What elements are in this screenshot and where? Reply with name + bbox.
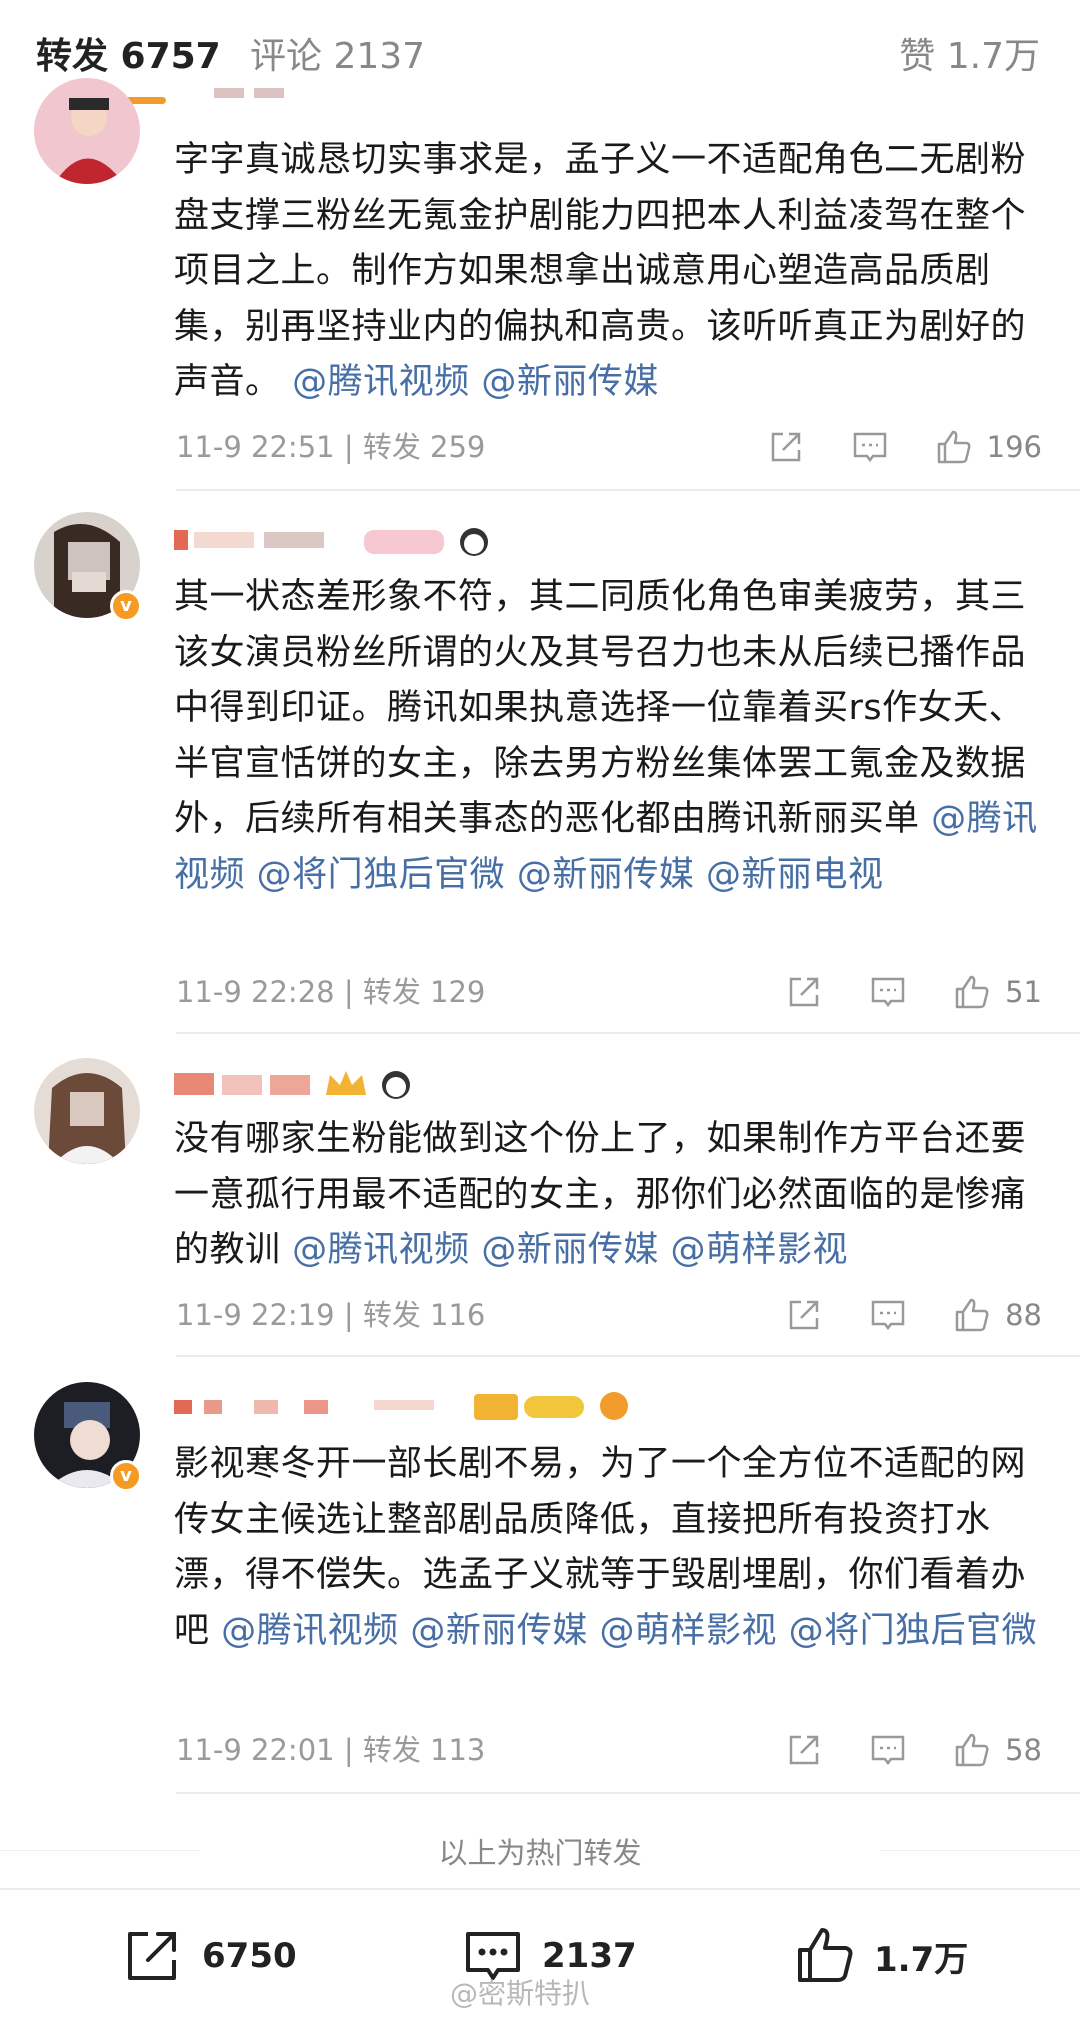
- watermark-text: @密斯特扒: [450, 1977, 591, 2010]
- bottom-like-button[interactable]: 1.7万: [794, 1926, 968, 1986]
- divider: [176, 489, 1080, 491]
- username-redacted[interactable]: [174, 522, 504, 562]
- avatar[interactable]: [34, 1058, 140, 1164]
- action-row: 88: [739, 1295, 1042, 1335]
- repost-meta: 11-9 22:51 | 转发 259: [176, 430, 486, 464]
- share-icon[interactable]: [785, 1296, 823, 1334]
- repost-meta: 11-9 22:19 | 转发 116: [176, 1298, 486, 1332]
- username-redacted[interactable]: [174, 88, 294, 128]
- mention-link[interactable]: @萌样影视: [599, 1611, 777, 1651]
- like-count: 88: [1005, 1298, 1042, 1332]
- action-row: 51: [739, 972, 1042, 1012]
- like-icon[interactable]: [935, 428, 973, 466]
- divider: [176, 1355, 1080, 1357]
- mention-link[interactable]: @新丽传媒: [517, 855, 695, 895]
- repost-content: 影视寒冬开一部长剧不易，为了一个全方位不适配的网传女主候选让整部剧品质降低，直接…: [174, 1437, 1044, 1659]
- mention-link[interactable]: @新丽传媒: [481, 362, 659, 402]
- mention-link[interactable]: @腾讯视频: [292, 362, 470, 402]
- mention-link[interactable]: @新丽电视: [706, 855, 884, 895]
- share-icon[interactable]: [785, 973, 823, 1011]
- mention-link[interactable]: @萌样影视: [670, 1230, 848, 1270]
- comment-icon[interactable]: [851, 428, 889, 466]
- like-count: 51: [1005, 975, 1042, 1009]
- like-count: 196: [986, 430, 1042, 464]
- like-icon: [798, 1928, 853, 1982]
- divider: [176, 1032, 1080, 1034]
- repost-text: 其一状态差形象不符，其二同质化角色审美疲劳，其三该女演员粉丝所谓的火及其号召力也…: [174, 577, 1027, 839]
- tab-repost[interactable]: 转发 6757: [36, 32, 221, 82]
- mention-link[interactable]: @腾讯视频: [221, 1611, 399, 1651]
- repost-meta: 11-9 22:28 | 转发 129: [176, 975, 486, 1009]
- divider: [176, 1792, 1080, 1794]
- like-icon[interactable]: [953, 1296, 991, 1334]
- share-icon: [128, 1932, 176, 1980]
- mention-link[interactable]: @新丽传媒: [481, 1230, 659, 1270]
- tab-like[interactable]: 赞 1.7万: [899, 32, 1040, 82]
- mention-link[interactable]: @将门独后官微: [789, 1611, 1038, 1651]
- avatar[interactable]: [34, 78, 140, 184]
- repost-meta: 11-9 22:01 | 转发 113: [176, 1733, 486, 1767]
- like-icon[interactable]: [953, 973, 991, 1011]
- username-redacted[interactable]: [174, 1386, 634, 1426]
- share-icon[interactable]: [767, 428, 805, 466]
- comment-icon[interactable]: [869, 1731, 907, 1769]
- verified-badge-icon: v: [110, 590, 142, 622]
- repost-content: 字字真诚恳切实事求是，孟子义一不适配角色二无剧粉盘支撑三粉丝无氪金护剧能力四把本…: [174, 133, 1044, 411]
- comment-icon[interactable]: [869, 973, 907, 1011]
- repost-count: 6750: [202, 1936, 297, 1976]
- mention-link[interactable]: @腾讯视频: [292, 1230, 470, 1270]
- mention-link[interactable]: @将门独后官微: [257, 855, 506, 895]
- bottom-repost-button[interactable]: 6750: [122, 1926, 297, 1986]
- bottom-action-bar: 6750 2137 1.7万 @密斯特扒: [0, 1888, 1080, 2020]
- like-icon[interactable]: [953, 1731, 991, 1769]
- like-count: 58: [1005, 1733, 1042, 1767]
- share-icon[interactable]: [785, 1731, 823, 1769]
- mention-link[interactable]: @新丽传媒: [410, 1611, 588, 1651]
- username-redacted[interactable]: [174, 1065, 414, 1105]
- comment-icon[interactable]: [869, 1296, 907, 1334]
- repost-content: 其一状态差形象不符，其二同质化角色审美疲劳，其三该女演员粉丝所谓的火及其号召力也…: [174, 570, 1044, 903]
- tab-comment[interactable]: 评论 2137: [250, 32, 425, 82]
- comment-count: 2137: [542, 1936, 637, 1976]
- action-row: 196: [721, 427, 1042, 467]
- hot-reposts-note: 以上为热门转发: [438, 1836, 642, 1870]
- repost-content: 没有哪家生粉能做到这个份上了，如果制作方平台还要一意孤行用最不适配的女主，那你们…: [174, 1112, 1044, 1279]
- like-count: 1.7万: [874, 1939, 969, 1980]
- tab-bar: 转发 6757 评论 2137 赞 1.7万: [0, 0, 1080, 115]
- action-row: 58: [739, 1730, 1042, 1770]
- verified-badge-icon: v: [110, 1460, 142, 1492]
